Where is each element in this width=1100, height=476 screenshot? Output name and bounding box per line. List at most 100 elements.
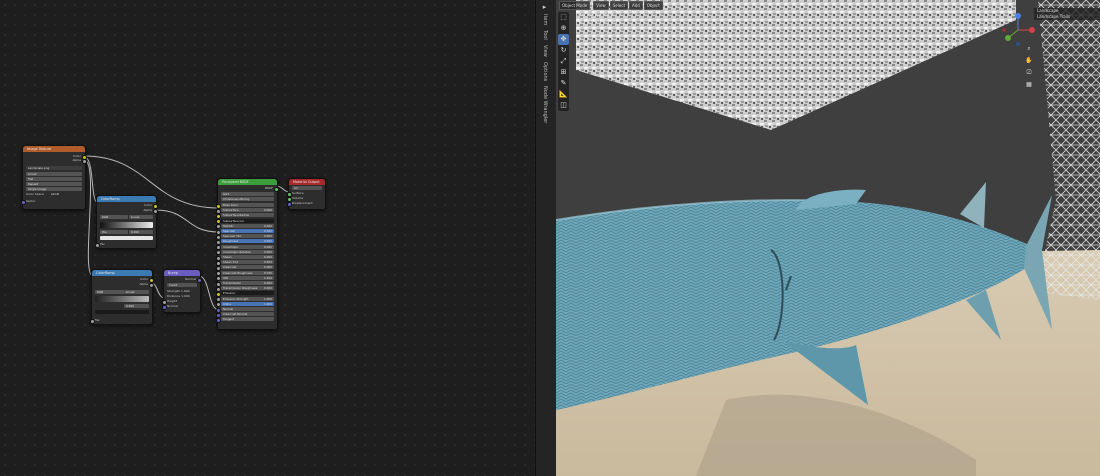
move-icon[interactable]: ✥ <box>558 34 569 45</box>
zoom-icon[interactable]: ⌕ <box>1024 44 1034 54</box>
node-header[interactable]: Image Texture <box>23 146 85 152</box>
tab-item[interactable]: Item <box>542 14 548 25</box>
bsdf-input-row[interactable]: Anisotropic 0.000 <box>221 244 274 249</box>
bsdf-input-row[interactable]: Clearcoat Roughness 0.030 <box>221 270 274 275</box>
scale-icon[interactable]: ⤢ <box>558 56 569 67</box>
annotate-icon[interactable]: ✎ <box>558 78 569 89</box>
bsdf-input-value: 0.000 <box>263 255 272 259</box>
bsdf-input-row[interactable]: Subsurface Col <box>221 218 274 223</box>
bsdf-input-row[interactable]: Emission <box>221 291 274 296</box>
bsdf-input-row[interactable]: IOR 1.450 <box>221 275 274 280</box>
bsdf-input-label: Alpha <box>223 301 231 306</box>
add-cube-icon[interactable]: ◫ <box>558 100 569 111</box>
ramp-gradient-bar[interactable] <box>95 296 149 302</box>
select-box-icon[interactable]: ⬚ <box>558 12 569 23</box>
bsdf-input-row[interactable]: Emission Strength 1.000 <box>221 296 274 301</box>
ramp-mode-dropdown[interactable]: RGB <box>95 290 124 294</box>
pan-hand-icon[interactable]: ✋ <box>1024 56 1034 66</box>
output-normal-socket[interactable] <box>197 278 202 283</box>
bsdf-input-row[interactable]: Metallic 0.000 <box>221 223 274 228</box>
bsdf-input-row[interactable]: Specular Tint 0.000 <box>221 234 274 239</box>
target-dropdown[interactable]: All <box>292 186 322 190</box>
color-ramp-node-2[interactable]: ColorRamp Color Alpha RGB Linear 0.000 F… <box>90 269 154 325</box>
node-header[interactable]: ColorRamp <box>92 270 152 276</box>
bsdf-input-row[interactable]: Roughness 0.500 <box>221 239 274 244</box>
output-alpha-socket[interactable] <box>153 209 158 214</box>
bsdf-input-row[interactable]: Alpha 1.000 <box>221 301 274 306</box>
transform-icon[interactable]: ⊞ <box>558 67 569 78</box>
color-space-row[interactable]: Color Space sRGB <box>26 192 82 196</box>
bsdf-input-row[interactable]: Clearcoat 0.000 <box>221 265 274 270</box>
ramp-interp-dropdown[interactable]: Linear <box>129 215 153 219</box>
scene-render <box>556 0 1100 476</box>
ramp-mode-dropdown[interactable]: RGB <box>100 215 128 219</box>
subsurface-method-dropdown[interactable]: Christensen-Burley <box>221 197 274 201</box>
bsdf-input-value: 0.500 <box>263 260 272 265</box>
ramp-pos-field[interactable]: 0.000 <box>124 304 149 308</box>
invert-checkbox[interactable]: Invert <box>167 283 197 287</box>
menu-add[interactable]: Add <box>629 0 643 10</box>
projection-dropdown[interactable]: Flat <box>26 177 82 181</box>
tab-options[interactable]: Options <box>542 62 548 81</box>
extension-dropdown[interactable]: Repeat <box>26 182 82 186</box>
material-output-node[interactable]: Material Output All Surface Volume Displ… <box>287 178 326 210</box>
output-alpha-socket[interactable] <box>149 283 154 288</box>
distance-row[interactable]: Distance 1.000 <box>167 294 197 298</box>
tab-node-wrangler[interactable]: Node Wrangler <box>542 86 548 123</box>
menu-select[interactable]: Select <box>609 0 629 10</box>
image-texture-node[interactable]: Image Texture Color Alpha Landscape.png … <box>21 145 87 210</box>
tab-view[interactable]: View <box>542 45 548 57</box>
bsdf-input-value: 0.500 <box>263 229 272 233</box>
color-ramp-node[interactable]: ColorRamp Color Alpha RGB Linear Pos 0.0… <box>95 195 158 249</box>
menu-object[interactable]: Object <box>643 0 663 10</box>
camera-icon[interactable]: ⎚ <box>1024 68 1034 78</box>
bsdf-input-row[interactable]: Base Color <box>221 203 274 207</box>
sidebar-tabs: ▸ Item Tool View Options Node Wrangler <box>535 0 558 476</box>
expand-arrow-icon[interactable]: ▸ <box>540 3 549 12</box>
active-object-name: (1) Landscape Base <box>576 19 621 24</box>
source-dropdown[interactable]: Single Image <box>26 187 82 191</box>
bsdf-input-row[interactable]: Specular 0.500 <box>221 229 274 233</box>
node-editor[interactable]: Image Texture Color Alpha Landscape.png … <box>0 0 535 476</box>
principled-bsdf-node[interactable]: Principled BSDF BSDF GGX Christensen-Bur… <box>216 178 279 330</box>
bsdf-input-row[interactable]: Clearcoat Normal <box>221 312 274 317</box>
ramp-pos-field[interactable]: 0.000 <box>129 230 153 234</box>
bsdf-input-label: Base Color <box>223 203 239 207</box>
bsdf-input-row[interactable]: Anisotropic Rotation 0.000 <box>221 249 274 254</box>
image-selector[interactable]: Landscape.png <box>26 166 82 170</box>
bsdf-input-label: Tangent <box>223 317 235 322</box>
output-bsdf-socket[interactable] <box>274 187 279 192</box>
ramp-stop-color[interactable] <box>95 310 149 314</box>
bsdf-input-row[interactable]: Transmission Roughness 0.000 <box>221 286 274 291</box>
strength-row[interactable]: Strength 1.000 <box>167 289 197 293</box>
3d-viewport[interactable]: Object Mode View Select Add Object ⬚ ⊕ ✥… <box>556 0 1100 476</box>
rotate-icon[interactable]: ↻ <box>558 45 569 56</box>
interpolation-dropdown[interactable]: Linear <box>26 172 82 176</box>
bump-node[interactable]: Bump Normal Invert Strength 1.000 Distan… <box>162 269 202 313</box>
node-header[interactable]: Material Output <box>289 179 325 185</box>
ramp-interp-dropdown[interactable]: Linear <box>124 290 149 294</box>
output-alpha-label: Alpha <box>139 282 148 286</box>
measure-icon[interactable]: 📐 <box>558 89 569 100</box>
bsdf-input-row[interactable]: Transmission 0.000 <box>221 281 274 285</box>
ramp-gradient-bar[interactable] <box>100 222 153 228</box>
ramp-stop-color[interactable] <box>100 236 153 240</box>
bsdf-input-row[interactable]: Sheen 0.000 <box>221 255 274 259</box>
mode-dropdown[interactable]: Object Mode <box>559 0 591 10</box>
node-header[interactable]: ColorRamp <box>97 196 156 202</box>
distribution-dropdown[interactable]: GGX <box>221 192 274 196</box>
outliner-item[interactable]: Landscape Trails <box>1034 14 1100 20</box>
tab-tool[interactable]: Tool <box>542 30 548 40</box>
bsdf-input-row[interactable]: Subsurface Radius <box>221 213 274 218</box>
bsdf-input-row[interactable]: Normal <box>221 307 274 311</box>
node-header[interactable]: Principled BSDF <box>218 179 277 185</box>
bsdf-input-row[interactable]: Subsurface 0.000 <box>221 208 274 213</box>
node-header[interactable]: Bump <box>164 270 200 276</box>
cursor-icon[interactable]: ⊕ <box>558 23 569 34</box>
bsdf-input-row[interactable]: Sheen Tint 0.500 <box>221 260 274 265</box>
bsdf-input-row[interactable]: Tangent <box>221 317 274 322</box>
output-alpha-socket[interactable] <box>82 159 87 164</box>
perspective-icon[interactable]: ▦ <box>1024 80 1034 90</box>
bsdf-input-label: Sheen <box>223 255 232 259</box>
menu-view[interactable]: View <box>593 0 609 10</box>
